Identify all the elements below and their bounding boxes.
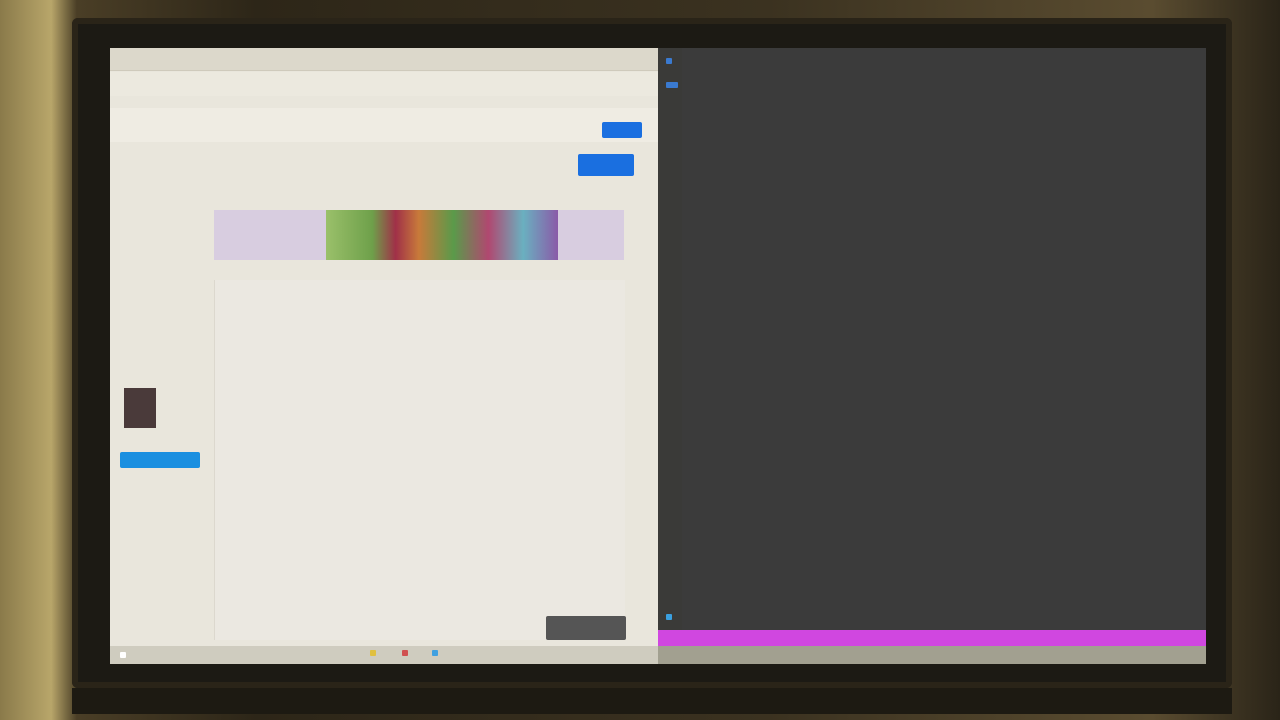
window-menu-icon[interactable] (666, 58, 672, 64)
browser-window (110, 48, 658, 646)
settings-icon[interactable] (666, 614, 672, 620)
terminal-icon[interactable] (666, 82, 678, 88)
taskbar-app-icon[interactable] (432, 650, 438, 656)
address-bar[interactable] (110, 72, 658, 96)
sidebar (110, 168, 208, 638)
taskbar-app-icon[interactable] (402, 650, 408, 656)
terminal-status-line (658, 630, 1206, 646)
taskbar (72, 688, 1232, 714)
content-grid (214, 280, 625, 640)
browser-status-bar (110, 646, 658, 664)
terminal-gutter (658, 48, 682, 630)
system-tray (658, 646, 1206, 664)
signin-button[interactable] (602, 122, 642, 138)
sidebar-cta-button[interactable] (120, 452, 200, 468)
promo-banner[interactable] (214, 210, 624, 260)
banner-image (326, 210, 558, 260)
screen (110, 48, 1206, 664)
taskbar-app-icon[interactable] (370, 650, 376, 656)
status-dot (120, 652, 126, 658)
page-header (110, 108, 658, 142)
browser-tab-strip (110, 48, 658, 71)
notification-toast[interactable] (546, 616, 626, 640)
terminal-window[interactable] (658, 48, 1206, 630)
sidebar-image (124, 388, 156, 428)
